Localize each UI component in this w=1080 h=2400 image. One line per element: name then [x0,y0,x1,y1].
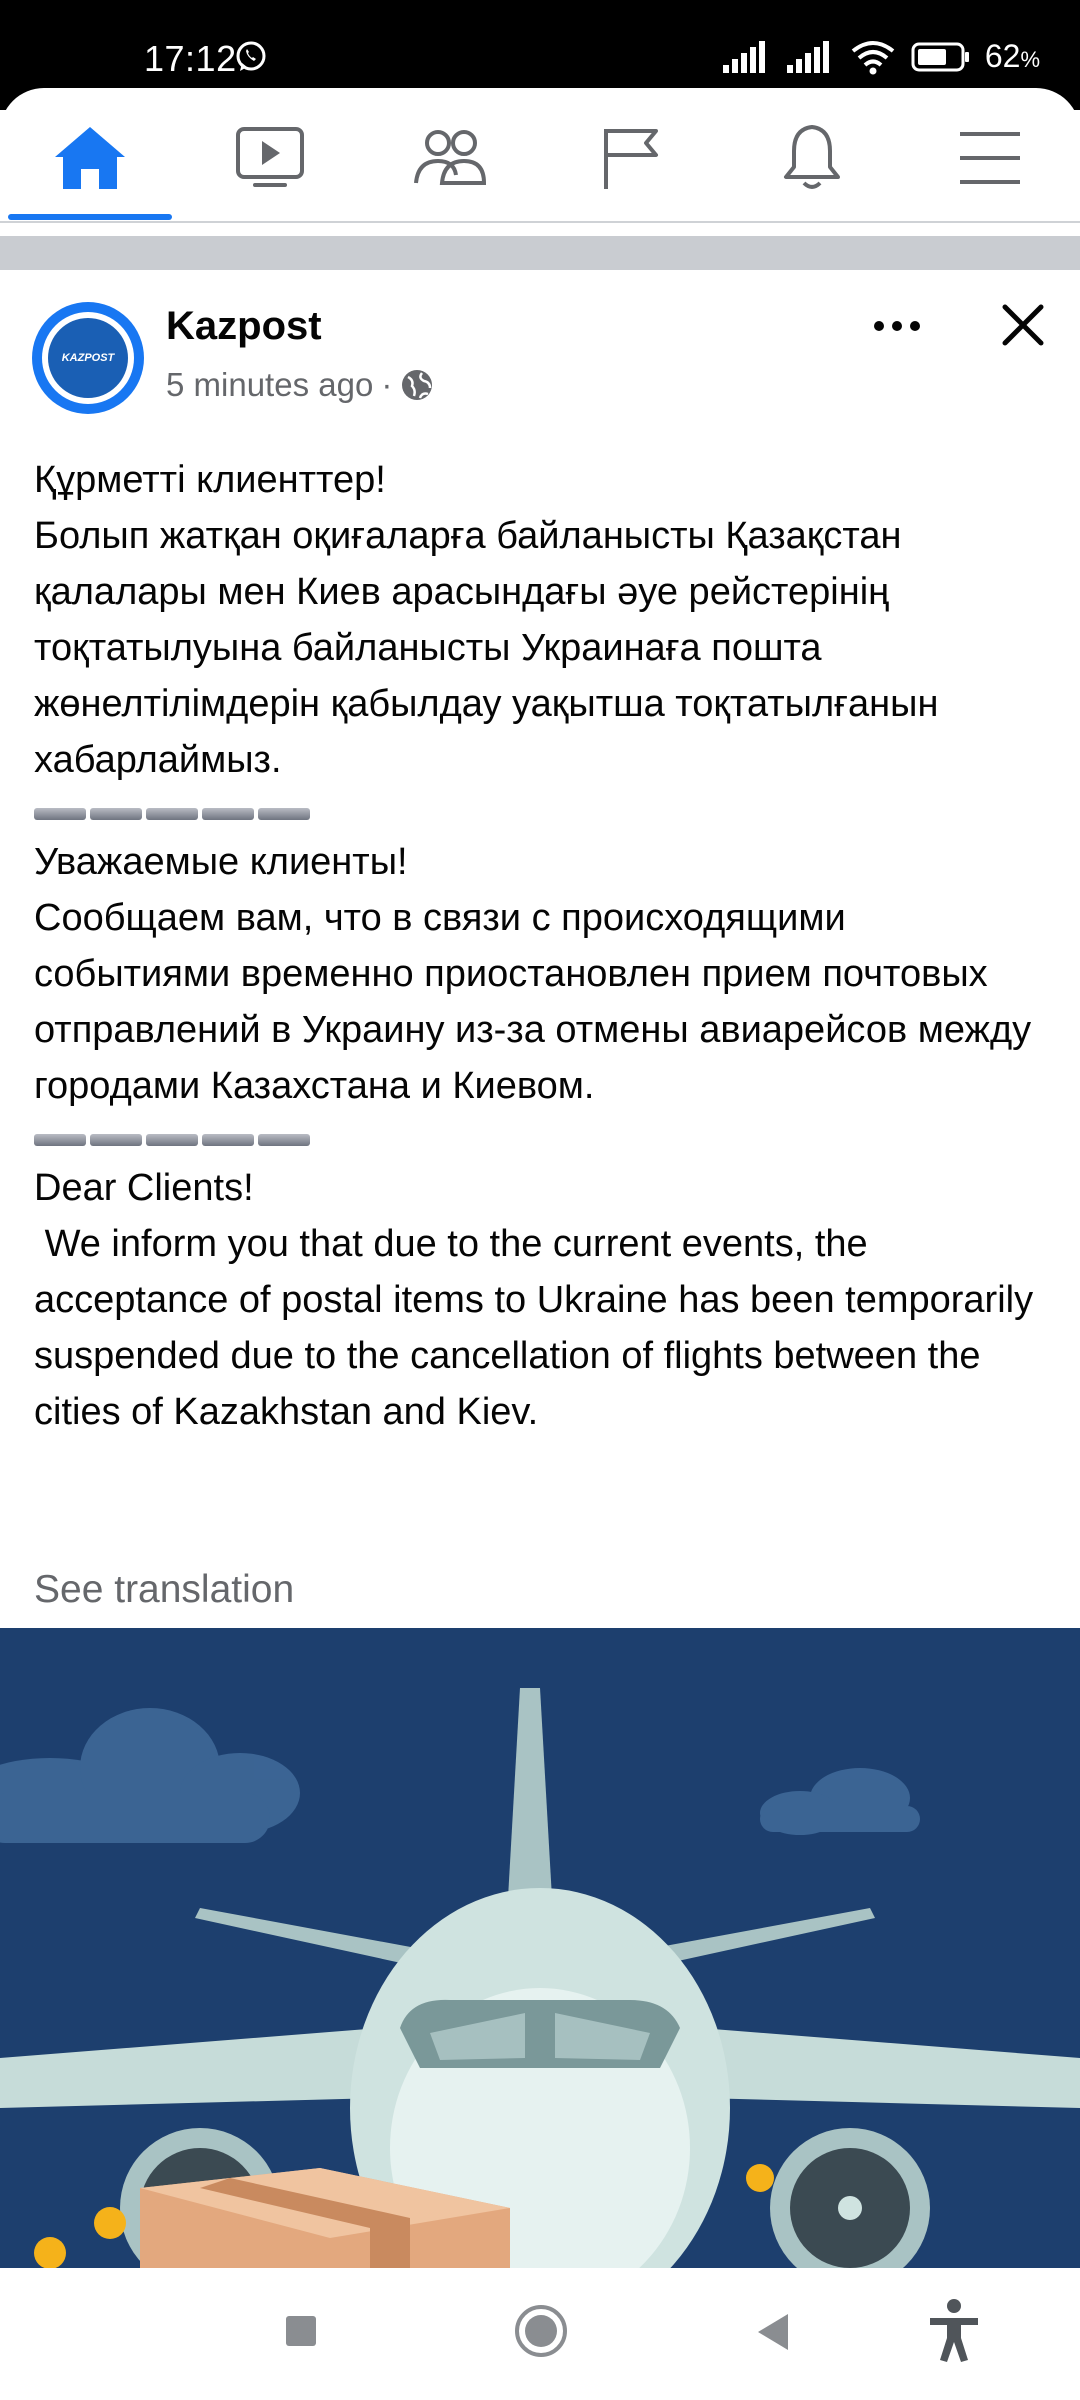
home-icon [55,127,125,189]
post-meta: 5 minutes ago · [166,366,434,404]
dash-divider [34,1134,1044,1146]
post-image[interactable] [0,1628,1080,2268]
top-nav-bar [0,88,1080,223]
menu-icon [960,132,1020,184]
video-tab[interactable] [230,118,310,198]
english-message: We inform you that due to the current ev… [34,1223,1044,1433]
system-nav-bar [0,2268,1080,2400]
whatsapp-icon [236,41,266,71]
home-button-icon[interactable] [514,2304,568,2358]
meta-separator: · [381,366,393,403]
english-greeting: Dear Clients! [34,1167,254,1209]
battery-icon [911,42,969,71]
pages-tab[interactable] [590,118,670,198]
feed-separator [0,236,1080,270]
video-icon [236,127,304,187]
signal-icon [786,40,829,73]
menu-tab[interactable] [950,118,1030,198]
back-icon[interactable] [754,2312,790,2352]
russian-greeting: Уважаемые клиенты! [34,841,408,883]
battery-percent: 62% [984,38,1040,74]
more-options-button[interactable] [870,306,924,346]
friends-tab[interactable] [410,118,490,198]
home-tab[interactable] [50,118,130,198]
post-time[interactable]: 5 minutes ago [166,366,373,404]
globe-icon [402,370,433,400]
more-dots-icon [874,321,920,331]
post-body: Құрметті клиенттер! Болып жатқан оқиғала… [34,452,1044,1440]
see-translation-link[interactable]: See translation [34,1568,294,1612]
notifications-tab[interactable] [772,118,852,198]
notifications-bell-icon [784,125,840,189]
airplane-illustration [0,1628,1080,2268]
nav-divider [0,221,1080,223]
pages-flag-icon [604,129,658,189]
kazpost-logo: KAZPOST [48,318,128,398]
recent-apps-icon[interactable] [284,2314,318,2348]
friends-icon [414,130,487,185]
page-name[interactable]: Kazpost [166,304,322,349]
clock: 17:12 [144,38,237,79]
kazakh-message: Болып жатқан оқиғаларға байланысты Қазақ… [34,515,939,781]
signal-icon [722,40,765,73]
kazakh-greeting: Құрметті клиенттер! [34,459,386,501]
active-tab-indicator [8,214,172,220]
accessibility-icon[interactable] [928,2298,980,2362]
page-avatar[interactable]: KAZPOST [32,302,144,414]
close-post-button[interactable] [996,298,1050,352]
dash-divider [34,808,1044,820]
russian-message: Сообщаем вам, что в связи с происходящим… [34,897,1032,1107]
close-icon [1002,304,1044,346]
wifi-icon [851,40,895,74]
